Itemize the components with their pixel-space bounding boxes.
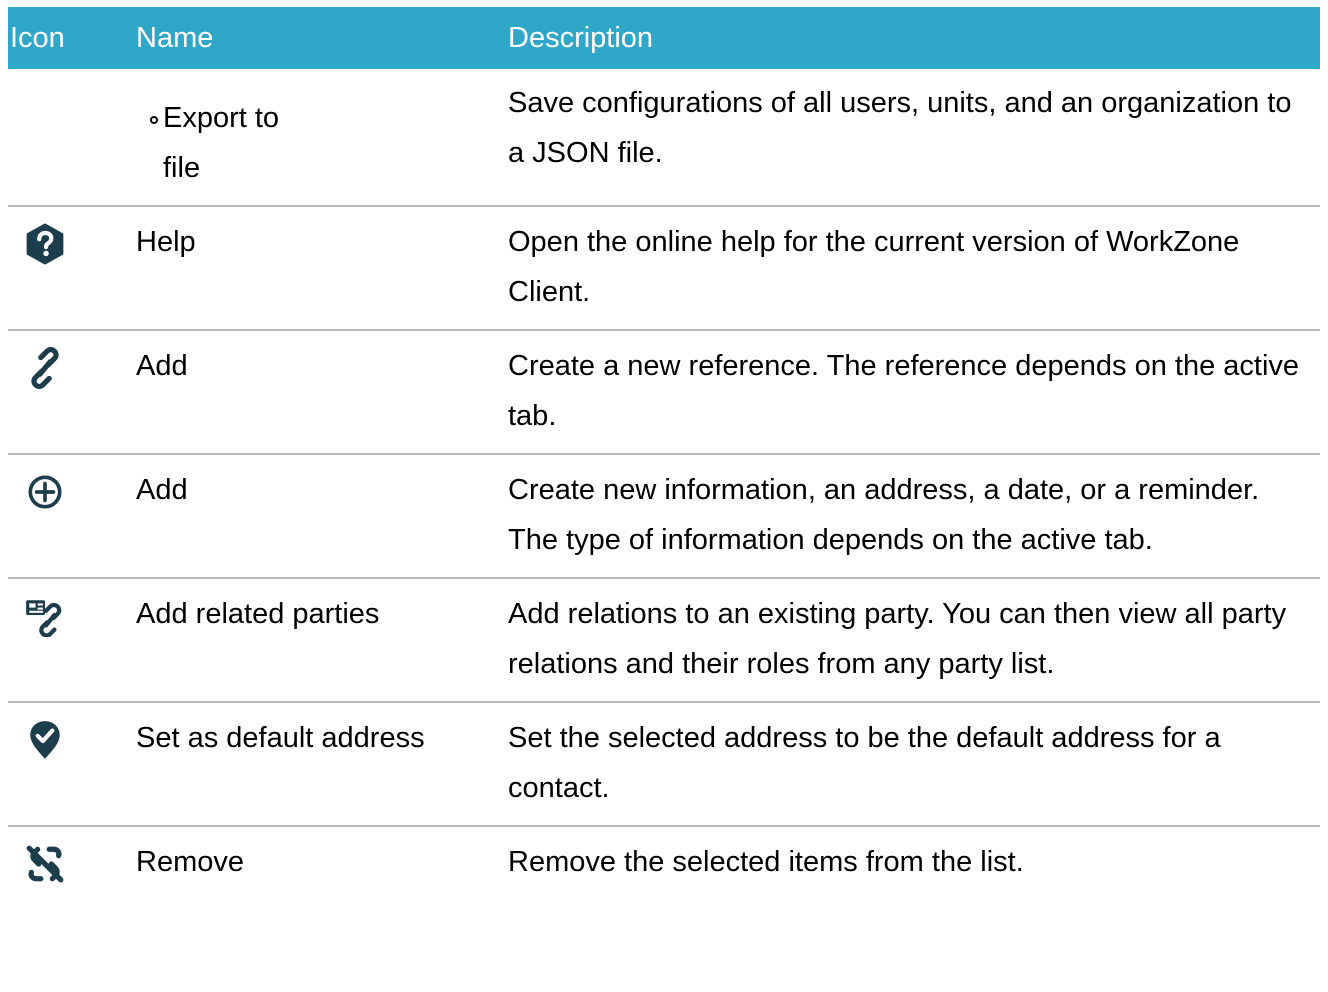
contact-link-icon (24, 595, 66, 637)
table-header-row: Icon Name Description (8, 7, 1320, 69)
table-row: Add Create a new reference. The referenc… (8, 330, 1320, 455)
help-icon (24, 223, 66, 265)
icon-reference-table: Icon Name Description Export to file Sav… (8, 7, 1320, 915)
row-name: Add (121, 454, 493, 579)
unlink-icon (24, 843, 66, 885)
row-description: Remove the selected items from the list. (508, 846, 1024, 878)
table-row: Add related parties Add relations to an … (8, 578, 1320, 703)
row-description: Open the online help for the current ver… (493, 206, 1320, 331)
table-row: Remove Remove the selected items from th… (8, 826, 1320, 915)
sub-item: Export to file (8, 78, 493, 193)
row-description: Create new information, an address, a da… (493, 454, 1320, 579)
sub-item-label: Export to file (163, 102, 280, 184)
link-icon (24, 347, 66, 389)
table-row: Help Open the online help for the curren… (8, 206, 1320, 331)
bullet-icon (150, 116, 158, 124)
row-name: Help (121, 206, 493, 331)
row-name: Add related parties (121, 578, 493, 703)
header-name-column: Name (136, 21, 214, 54)
row-description: Add relations to an existing party. You … (493, 578, 1320, 703)
row-description: Save configurations of all users, units,… (493, 69, 1320, 207)
header-icon-column: Icon (10, 21, 65, 54)
location-check-icon (24, 719, 66, 761)
plus-circle-icon (24, 471, 66, 513)
row-name: Remove (136, 846, 244, 878)
sub-item-cell: Export to file (8, 69, 493, 207)
table-row: Export to file Save configurations of al… (8, 69, 1320, 207)
table-row: Set as default address Set the selected … (8, 702, 1320, 827)
header-description-column: Description (508, 21, 654, 54)
row-description: Create a new reference. The reference de… (493, 330, 1320, 455)
row-description: Set the selected address to be the defau… (493, 702, 1320, 827)
row-name: Add (121, 330, 493, 455)
table-row: Add Create new information, an address, … (8, 454, 1320, 579)
row-name: Set as default address (121, 702, 493, 827)
